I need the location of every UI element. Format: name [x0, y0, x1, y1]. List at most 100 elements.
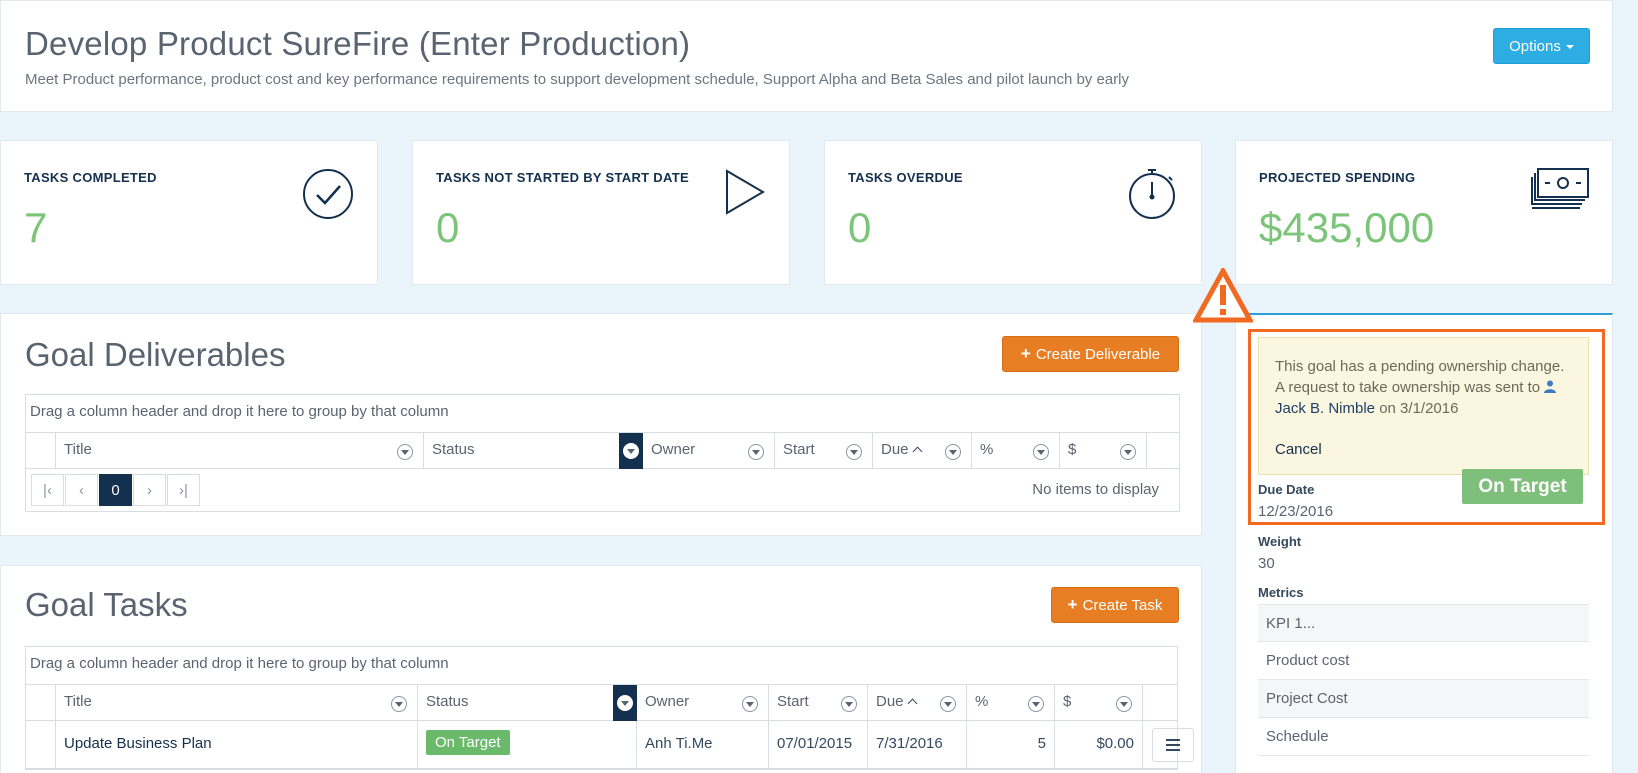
task-start: 07/01/2015 — [769, 721, 868, 768]
column-header-percent[interactable]: % — [972, 433, 1060, 468]
column-header-title[interactable]: Title — [56, 433, 424, 468]
play-icon — [723, 167, 767, 222]
stat-value: 0 — [436, 204, 460, 251]
deliverables-grid: Drag a column header and drop it here to… — [25, 394, 1180, 512]
grid-header-row: Title Status Owner Start Due % $ — [26, 685, 1177, 721]
task-actions-cell — [1143, 721, 1194, 768]
first-page-icon[interactable]: |‹ — [31, 474, 64, 506]
task-owner: Anh Ti.Me — [637, 721, 769, 768]
metric-item[interactable]: KPI 1... — [1258, 604, 1589, 642]
goal-status-badge: On Target — [1462, 469, 1583, 504]
task-status-cell: On Target — [418, 721, 637, 768]
deliverables-title: Goal Deliverables — [25, 336, 286, 373]
stat-value: 0 — [848, 204, 872, 251]
next-page-icon[interactable]: › — [133, 474, 166, 506]
column-header-percent[interactable]: % — [967, 685, 1055, 720]
stat-tasks-completed: TASKS COMPLETED 7 — [0, 140, 378, 285]
column-header-due[interactable]: Due — [868, 685, 967, 720]
weight-value: 30 — [1258, 555, 1275, 572]
cancel-ownership-link[interactable]: Cancel — [1275, 439, 1322, 460]
metric-item[interactable]: Schedule — [1258, 718, 1589, 756]
due-date-value: 12/23/2016 — [1258, 503, 1334, 520]
hamburger-menu-icon[interactable] — [1152, 728, 1194, 762]
plus-icon: + — [1020, 344, 1031, 363]
column-header-status[interactable]: Status — [424, 433, 643, 469]
metrics-label: Metrics — [1258, 585, 1304, 600]
column-header-start[interactable]: Start — [775, 433, 873, 468]
stat-label: TASKS NOT STARTED BY START DATE — [436, 170, 689, 185]
metric-item[interactable]: Project Cost — [1258, 680, 1589, 718]
column-header-cost[interactable]: $ — [1055, 685, 1143, 720]
filter-icon[interactable] — [748, 444, 764, 460]
filter-active-icon[interactable] — [613, 685, 637, 721]
filter-icon[interactable] — [1028, 696, 1044, 712]
alert-user-link[interactable]: Jack B. Nimble — [1275, 400, 1375, 417]
filter-icon[interactable] — [1120, 444, 1136, 460]
create-deliverable-button[interactable]: + Create Deliverable — [1002, 336, 1179, 372]
row-spacer — [26, 721, 56, 768]
options-button[interactable]: Options — [1493, 28, 1590, 64]
caret-down-icon — [1565, 45, 1574, 49]
create-task-button[interactable]: + Create Task — [1051, 587, 1179, 623]
sort-ascending-icon — [907, 698, 917, 709]
filter-icon[interactable] — [841, 696, 857, 712]
column-header-due[interactable]: Due — [873, 433, 972, 468]
empty-message: No items to display — [1032, 481, 1159, 498]
filter-icon[interactable] — [1033, 444, 1049, 460]
warning-triangle-icon — [1191, 265, 1255, 329]
stat-label: PROJECTED SPENDING — [1259, 170, 1416, 185]
column-header-cost[interactable]: $ — [1060, 433, 1147, 468]
weight-label: Weight — [1258, 534, 1302, 549]
column-header-start[interactable]: Start — [769, 685, 868, 720]
filter-icon[interactable] — [1116, 696, 1132, 712]
last-page-icon[interactable]: ›| — [167, 474, 200, 506]
goal-header: Develop Product SureFire (Enter Producti… — [0, 0, 1613, 112]
grid-header-row: Title Status Owner Start Due % $ — [26, 433, 1179, 469]
stat-tasks-not-started: TASKS NOT STARTED BY START DATE 0 — [412, 140, 790, 285]
page-title: Develop Product SureFire (Enter Producti… — [25, 25, 691, 62]
filter-icon[interactable] — [945, 444, 961, 460]
filter-icon[interactable] — [940, 696, 956, 712]
user-icon — [1544, 379, 1557, 396]
page-subtitle: Meet Product performance, product cost a… — [25, 71, 1129, 88]
stopwatch-icon — [1125, 167, 1179, 226]
money-stack-icon — [1530, 167, 1590, 216]
tasks-panel: Goal Tasks + Create Task Drag a column h… — [0, 565, 1202, 773]
filter-icon[interactable] — [391, 696, 407, 712]
column-header-owner[interactable]: Owner — [637, 685, 769, 720]
plus-icon: + — [1067, 595, 1078, 614]
prev-page-icon[interactable]: ‹ — [65, 474, 98, 506]
stat-label: TASKS COMPLETED — [24, 170, 157, 185]
column-header-title[interactable]: Title — [56, 685, 418, 720]
due-date-label: Due Date — [1258, 482, 1315, 497]
header-spacer — [26, 433, 56, 468]
metric-item[interactable]: Product cost — [1258, 642, 1589, 680]
header-spacer — [26, 685, 56, 720]
filter-icon — [623, 443, 639, 459]
group-drop-zone[interactable]: Drag a column header and drop it here to… — [26, 647, 1177, 685]
create-deliverable-label: Create Deliverable — [1035, 345, 1161, 363]
deliverables-panel: Goal Deliverables + Create Deliverable D… — [0, 313, 1202, 536]
filter-icon[interactable] — [397, 444, 413, 460]
filter-active-icon[interactable] — [619, 433, 643, 469]
filter-icon[interactable] — [742, 696, 758, 712]
alert-date: on 3/1/2016 — [1379, 400, 1459, 417]
filter-icon — [617, 695, 633, 711]
filter-icon[interactable] — [846, 444, 862, 460]
ownership-alert: This goal has a pending ownership change… — [1258, 337, 1589, 475]
column-header-status[interactable]: Status — [418, 685, 637, 721]
stat-value: 7 — [24, 204, 48, 251]
group-drop-zone[interactable]: Drag a column header and drop it here to… — [26, 395, 1179, 433]
current-page[interactable]: 0 — [99, 474, 132, 506]
options-label: Options — [1509, 37, 1561, 55]
check-circle-icon — [301, 167, 355, 226]
grid-pager: |‹ ‹ 0 › ›| No items to display — [26, 469, 1179, 511]
table-row[interactable]: Update Business Plan On Target Anh Ti.Me… — [26, 721, 1194, 769]
status-badge: On Target — [426, 730, 510, 755]
task-title-link[interactable]: Update Business Plan — [56, 721, 418, 768]
column-header-owner[interactable]: Owner — [643, 433, 775, 468]
task-due: 7/31/2016 — [868, 721, 967, 768]
task-cost: $0.00 — [1055, 721, 1143, 768]
alert-text: This goal has a pending ownership change… — [1275, 358, 1565, 396]
stat-label: TASKS OVERDUE — [848, 170, 963, 185]
